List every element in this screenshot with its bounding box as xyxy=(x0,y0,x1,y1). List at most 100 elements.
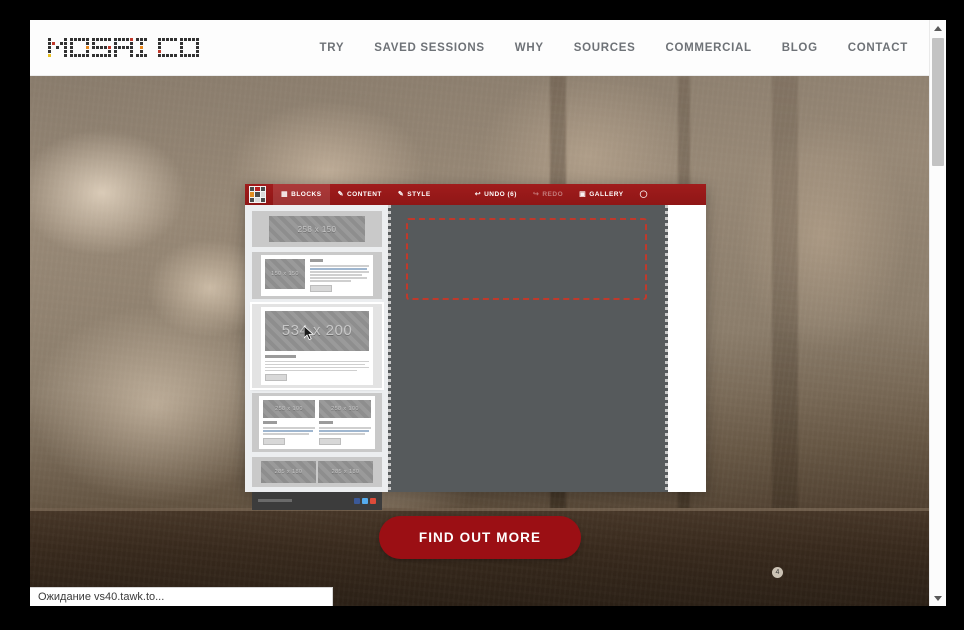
footer-social-icons xyxy=(354,497,376,504)
facebook-icon xyxy=(354,497,360,504)
footer-text-stub xyxy=(258,499,292,502)
hero-section: ▦ BLOCKS ✎ CONTENT ✎ STYLE ↩ UNDO (6) ↪ … xyxy=(30,76,930,606)
block-text-line xyxy=(319,433,365,435)
pencil-icon-style: ✎ xyxy=(397,191,405,198)
block-card: 534 x 200 xyxy=(261,306,373,385)
twitter-icon xyxy=(362,497,368,504)
block-text-line xyxy=(319,430,369,432)
block-button-stub xyxy=(265,374,287,381)
editor-redo-label: REDO xyxy=(542,191,564,198)
block-title-bar xyxy=(263,421,277,424)
block-text-line xyxy=(263,433,309,435)
canvas-sheet xyxy=(388,205,668,492)
block-text-line xyxy=(310,265,369,267)
editor-tab-blocks[interactable]: ▦ BLOCKS xyxy=(273,184,330,205)
pencil-icon: ✎ xyxy=(337,191,344,198)
palette-block-hero-section[interactable]: 534 x 200 xyxy=(250,301,384,390)
undo-arrow-icon: ↩ xyxy=(474,191,482,198)
palette-block-two-column[interactable]: 258 x 100 258 x 100 xyxy=(252,393,382,452)
scroll-down-arrow-icon[interactable] xyxy=(930,590,946,606)
browser-status-bar: Ожидание vs40.tawk.to... xyxy=(30,587,333,606)
block-placeholder-label: 258 x 150 xyxy=(269,216,365,242)
block-placeholder-label: 534 x 200 xyxy=(265,310,369,351)
editor-undo-label: UNDO (6) xyxy=(484,191,517,198)
logo-letter-a xyxy=(114,38,133,57)
block-text-line xyxy=(310,274,362,276)
canvas-dropzone[interactable] xyxy=(406,218,647,300)
block-placeholder-label: 285 x 180 xyxy=(318,460,373,483)
block-button-stub xyxy=(319,437,341,445)
editor-undo-button[interactable]: ↩ UNDO (6) xyxy=(467,184,525,205)
block-text-line xyxy=(310,268,367,270)
logo-letter-o2 xyxy=(180,38,199,57)
nav-item-contact[interactable]: CONTACT xyxy=(848,42,908,54)
block-button-stub xyxy=(263,437,285,445)
nav-item-commercial[interactable]: COMMERCIAL xyxy=(665,42,751,54)
find-out-more-button[interactable]: FIND OUT MORE xyxy=(378,516,582,559)
block-text-line xyxy=(263,430,313,432)
logo-letter-o1 xyxy=(70,38,89,57)
block-card: 258 x 100 258 x 100 xyxy=(259,396,375,449)
palette-block-two-image[interactable]: 285 x 180 285 x 180 xyxy=(252,456,382,487)
canvas-edge-right xyxy=(665,205,668,492)
editor-tab-style[interactable]: ✎ STYLE xyxy=(390,184,439,205)
editor-redo-button[interactable]: ↪ REDO xyxy=(525,184,571,205)
palette-block-one-image[interactable]: 258 x 150 xyxy=(252,211,382,247)
block-title-bar xyxy=(310,259,323,262)
mosaic-logo-icon xyxy=(249,186,266,203)
hero-badge: 4 xyxy=(772,567,783,578)
cta-container: FIND OUT MORE xyxy=(30,516,930,559)
page-scrollbar[interactable] xyxy=(929,20,946,606)
palette-block-footer[interactable] xyxy=(252,491,382,510)
block-placeholder-label: 285 x 180 xyxy=(261,460,316,483)
scroll-up-arrow-icon[interactable] xyxy=(930,20,946,36)
editor-toolbar: ▦ BLOCKS ✎ CONTENT ✎ STYLE ↩ UNDO (6) ↪ … xyxy=(245,184,706,205)
block-text-line xyxy=(265,363,365,365)
image-icon: ▣ xyxy=(579,191,587,198)
block-text-line xyxy=(319,427,371,429)
redo-arrow-icon: ↪ xyxy=(532,191,540,198)
logo-letter-c xyxy=(158,38,177,57)
nav-item-saved-sessions[interactable]: SAVED SESSIONS xyxy=(374,42,485,54)
editor-gallery-label: GALLERY xyxy=(589,191,624,198)
block-title-bar xyxy=(319,421,333,424)
block-column-right: 258 x 100 xyxy=(319,400,371,445)
logo-letter-m xyxy=(48,38,67,57)
block-text-line xyxy=(263,427,315,429)
site-header: TRY SAVED SESSIONS WHY SOURCES COMMERCIA… xyxy=(30,20,930,76)
block-text-line xyxy=(310,271,369,273)
scrollbar-thumb[interactable] xyxy=(932,38,944,166)
canvas-edge-left xyxy=(388,205,391,492)
block-row: 285 x 180 285 x 180 xyxy=(261,460,373,483)
nav-item-why[interactable]: WHY xyxy=(515,42,544,54)
block-placeholder-label: 258 x 100 xyxy=(263,400,315,418)
editor-tab-blocks-label: BLOCKS xyxy=(291,191,322,198)
editor-canvas[interactable] xyxy=(388,205,706,492)
logo-letter-s xyxy=(92,38,111,57)
editor-tab-content-label: CONTENT xyxy=(346,191,382,198)
block-text-line xyxy=(310,280,352,282)
site-logo[interactable] xyxy=(48,38,199,57)
block-text-line xyxy=(265,366,369,368)
nav-item-blog[interactable]: BLOG xyxy=(782,42,818,54)
logo-letter-i xyxy=(136,38,155,57)
editor-preview-button[interactable]: ◯ xyxy=(632,184,656,205)
block-text-column xyxy=(310,259,369,292)
palette-block-image-text[interactable]: 150 x 150 xyxy=(252,252,382,299)
editor-gallery-button[interactable]: ▣ GALLERY xyxy=(571,184,631,205)
main-navigation: TRY SAVED SESSIONS WHY SOURCES COMMERCIA… xyxy=(320,42,908,54)
editor-tab-content[interactable]: ✎ CONTENT xyxy=(330,184,390,205)
browser-viewport: TRY SAVED SESSIONS WHY SOURCES COMMERCIA… xyxy=(30,20,946,606)
nav-item-try[interactable]: TRY xyxy=(320,42,345,54)
block-text-line xyxy=(265,369,357,371)
block-placeholder-label: 150 x 150 xyxy=(265,259,305,289)
block-placeholder-label: 258 x 100 xyxy=(319,400,371,418)
nav-item-sources[interactable]: SOURCES xyxy=(574,42,636,54)
product-screenshot: ▦ BLOCKS ✎ CONTENT ✎ STYLE ↩ UNDO (6) ↪ … xyxy=(245,184,706,510)
block-button-stub xyxy=(310,284,332,292)
editor-block-palette[interactable]: 258 x 150 150 x 150 534 x 200 258 x 100 … xyxy=(245,205,388,510)
block-card: 150 x 150 xyxy=(261,255,373,296)
block-title-bar xyxy=(265,354,297,358)
status-text: Ожидание vs40.tawk.to... xyxy=(38,591,165,603)
block-text-line xyxy=(310,277,367,279)
